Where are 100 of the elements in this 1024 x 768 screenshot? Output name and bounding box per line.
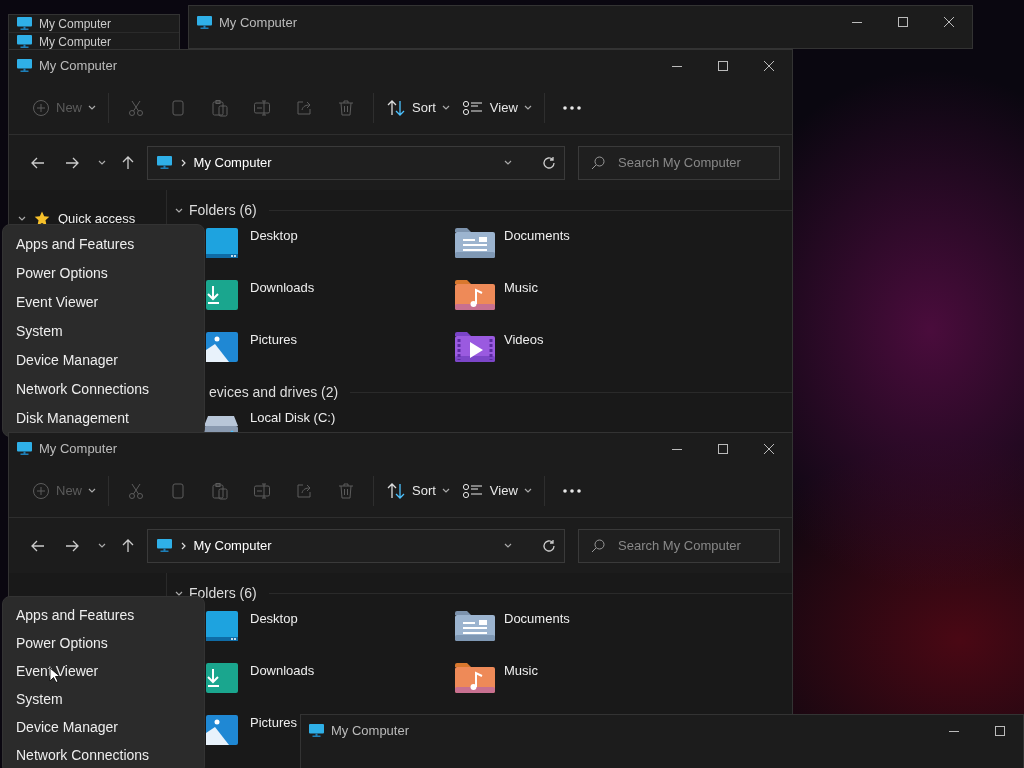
scissors-icon — [127, 481, 145, 500]
maximize-icon — [898, 17, 908, 27]
copy-icon — [169, 481, 187, 500]
refresh-icon — [542, 155, 556, 170]
window-title: My Computer — [39, 16, 112, 31]
monitor-icon — [155, 155, 173, 170]
address-bar[interactable]: My Computer — [146, 145, 565, 180]
music-folder-icon — [454, 278, 496, 312]
folder-name[interactable]: Music — [504, 661, 538, 678]
window-title: My Computer — [331, 723, 411, 738]
menu-item[interactable]: Network Connections — [3, 374, 204, 403]
maximize-icon — [995, 725, 1005, 736]
dropdown-caret-icon — [504, 543, 512, 548]
close-icon — [764, 443, 774, 454]
menu-item[interactable]: Event Viewer — [3, 287, 204, 316]
caret-icon — [441, 105, 450, 110]
section-header[interactable]: evices and drives (2) — [209, 384, 339, 400]
clipboard-icon — [211, 481, 229, 500]
dropdown-caret-icon — [504, 160, 512, 165]
caret-icon — [523, 488, 532, 493]
chevron-down-icon — [175, 590, 183, 596]
menu-item[interactable]: System — [3, 316, 204, 345]
section-header[interactable]: Folders (6) — [189, 585, 257, 601]
section-header[interactable]: Folders (6) — [189, 202, 257, 218]
folder-name[interactable]: Videos — [504, 330, 544, 347]
sort-button[interactable]: Sort — [380, 473, 456, 508]
up-arrow-icon — [121, 155, 134, 170]
share-icon — [295, 98, 313, 117]
monitor-icon — [155, 538, 173, 553]
sort-button[interactable]: Sort — [380, 90, 456, 125]
star-icon — [34, 210, 50, 226]
trash-icon — [337, 98, 355, 117]
chevron-right-icon — [180, 158, 186, 167]
sort-icon — [386, 98, 406, 117]
folder-name[interactable]: Pictures — [250, 713, 297, 730]
close-icon — [944, 17, 954, 27]
address-bar[interactable]: My Computer — [146, 528, 565, 563]
copy-icon — [169, 98, 187, 117]
menu-item[interactable]: System — [3, 685, 204, 713]
computer-icon — [16, 16, 33, 31]
video-folder-icon — [454, 330, 496, 364]
music-folder-icon — [454, 661, 496, 695]
sort-icon — [386, 481, 406, 500]
folder-name[interactable]: Music — [504, 278, 538, 295]
folder-name[interactable]: Desktop — [250, 226, 298, 243]
view-list-icon — [461, 482, 484, 499]
menu-item[interactable]: Power Options — [3, 629, 204, 657]
chevron-down-icon — [18, 215, 26, 221]
quick-access-item[interactable]: Quick access — [58, 210, 136, 226]
plus-circle-icon — [32, 481, 50, 500]
close-icon — [764, 60, 774, 71]
window-title: My Computer — [39, 58, 119, 73]
forward-arrow-icon — [64, 539, 79, 552]
documents-folder-icon — [454, 609, 496, 643]
window-title: My Computer — [39, 34, 112, 49]
refresh-icon — [542, 538, 556, 553]
menu-item[interactable]: Network Connections — [3, 741, 204, 768]
drive-name[interactable]: Local Disk (C:) — [250, 408, 336, 425]
view-button[interactable]: View — [455, 90, 538, 125]
menu-item[interactable]: Power Options — [3, 258, 204, 287]
caret-icon — [88, 488, 96, 493]
menu-item[interactable]: Disk Management — [3, 403, 204, 432]
search-field[interactable]: Search My Computer — [578, 145, 780, 180]
rename-icon — [253, 481, 271, 500]
computer-icon — [16, 441, 33, 456]
folder-name[interactable]: Desktop — [250, 609, 298, 626]
chevron-down-icon — [97, 160, 106, 165]
folder-name[interactable]: Documents — [504, 226, 570, 243]
search-icon — [591, 155, 605, 170]
chevron-right-icon — [180, 541, 186, 550]
trash-icon — [337, 481, 355, 500]
computer-icon — [196, 14, 213, 30]
window-title: My Computer — [39, 441, 119, 456]
menu-item[interactable]: Device Manager — [3, 345, 204, 374]
menu-item[interactable]: Device Manager — [3, 713, 204, 741]
folder-name[interactable]: Documents — [504, 609, 570, 626]
menu-item[interactable]: Apps and Features — [3, 229, 204, 258]
folder-name[interactable]: Downloads — [250, 278, 315, 295]
documents-folder-icon — [454, 226, 496, 260]
menu-item[interactable]: Apps and Features — [3, 601, 204, 629]
folder-name[interactable]: Pictures — [250, 330, 297, 347]
computer-icon — [308, 723, 325, 738]
caret-icon — [441, 488, 450, 493]
plus-circle-icon — [32, 98, 50, 117]
view-list-icon — [461, 99, 484, 116]
maximize-icon — [718, 443, 728, 454]
rename-icon — [253, 98, 271, 117]
maximize-icon — [718, 60, 728, 71]
view-button[interactable]: View — [455, 473, 538, 508]
more-icon — [562, 105, 581, 110]
breadcrumb[interactable]: My Computer — [193, 155, 496, 170]
share-icon — [295, 481, 313, 500]
chevron-down-icon — [97, 543, 106, 548]
search-field[interactable]: Search My Computer — [578, 528, 780, 563]
menu-item[interactable]: Event Viewer — [3, 657, 204, 685]
scissors-icon — [127, 98, 145, 117]
chevron-down-icon — [175, 207, 183, 213]
folder-name[interactable]: Downloads — [250, 661, 315, 678]
back-arrow-icon — [30, 539, 45, 552]
breadcrumb[interactable]: My Computer — [193, 538, 496, 553]
